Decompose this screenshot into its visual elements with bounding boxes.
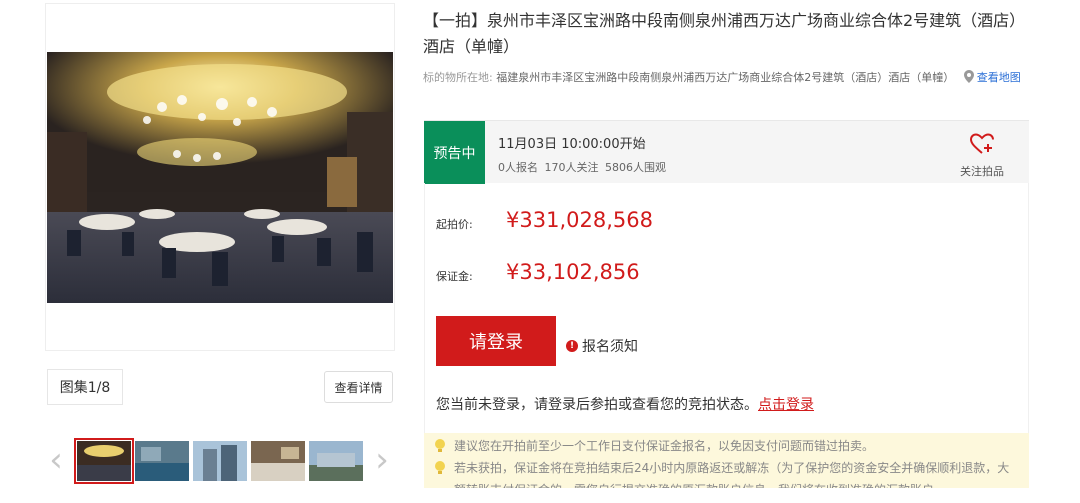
view-details-button[interactable]: 查看详情 (324, 371, 393, 403)
thumbnail[interactable] (251, 441, 305, 481)
prev-arrow-icon[interactable]: ‹ (45, 442, 67, 478)
address-label: 标的物所在地: (423, 71, 493, 84)
start-price-value: ¥331,028,568 (506, 208, 653, 232)
tip-text: 若未获拍，保证金将在竞拍结束后24小时内原路返还或解冻（为了保护您的资金安全并确… (454, 461, 1010, 488)
address-row: 标的物所在地: 福建泉州市丰泽区宝洲路中段南侧泉州浦西万达广场商业综合体2号建筑… (423, 67, 1033, 89)
start-price-label: 起拍价: (436, 218, 473, 231)
tip-item: 建议您在开拍前至少一个工作日支付保证金报名，以免因支付问题而错过拍卖。 (434, 435, 1019, 457)
view-details-label: 查看详情 (334, 380, 383, 395)
login-tip: 您当前未登录，请登录后参拍或查看您的竞拍状态。点击登录 (436, 394, 814, 414)
registration-notice-link[interactable]: ! 报名须知 (566, 336, 638, 356)
auction-stats: 0人报名 170人关注 5806人围观 (498, 161, 666, 174)
follow-button[interactable]: 关注拍品 (957, 133, 1007, 179)
listing-title: 【一拍】泉州市丰泽区宝洲路中段南侧泉州浦西万达广场商业综合体2号建筑（酒店）酒店… (423, 11, 1018, 56)
gallery-counter-label: 图集1/8 (59, 380, 111, 396)
gallery-counter: 图集1/8 (47, 369, 123, 405)
start-time: 11月03日 10:00:00开始 (498, 137, 646, 152)
thumbnail[interactable] (74, 438, 134, 484)
lightbulb-icon (435, 439, 445, 452)
registration-notice-label: 报名须知 (582, 339, 638, 355)
follow-label: 关注拍品 (960, 165, 1004, 178)
thumbnail[interactable] (193, 441, 247, 481)
address-text: 福建泉州市丰泽区宝洲路中段南侧泉州浦西万达广场商业综合体2号建筑（酒店）酒店（单… (496, 71, 955, 84)
login-tip-text: 您当前未登录，请登录后参拍或查看您的竞拍状态。 (436, 397, 758, 413)
price-area: 起拍价: ¥331,028,568 保证金: ¥33,102,856 请登录 !… (424, 183, 1029, 433)
view-map-link[interactable]: 查看地图 (977, 71, 1021, 84)
main-photo[interactable] (47, 52, 393, 303)
click-login-link[interactable]: 点击登录 (758, 397, 814, 413)
thumbnail[interactable] (135, 441, 189, 481)
heart-plus-icon (969, 133, 994, 154)
status-badge: 预告中 (424, 121, 485, 184)
auction-status-panel: 预告中 11月03日 10:00:00开始 0人报名 170人关注 5806人围… (424, 120, 1029, 184)
lightbulb-icon (435, 461, 445, 474)
login-button[interactable]: 请登录 (436, 316, 556, 366)
next-arrow-icon[interactable]: › (371, 442, 393, 478)
deposit-label: 保证金: (436, 270, 473, 283)
map-pin-icon (963, 70, 974, 83)
tip-text: 建议您在开拍前至少一个工作日支付保证金报名，以免因支付问题而错过拍卖。 (454, 439, 875, 453)
thumbnail-strip: ‹ › (45, 432, 395, 488)
alert-icon: ! (566, 340, 578, 352)
tips-box: 建议您在开拍前至少一个工作日支付保证金报名，以免因支付问题而错过拍卖。 若未获拍… (424, 433, 1029, 488)
tip-item: 若未获拍，保证金将在竞拍结束后24小时内原路返还或解冻（为了保护您的资金安全并确… (434, 457, 1019, 488)
deposit-value: ¥33,102,856 (506, 260, 640, 284)
thumbnail[interactable] (309, 441, 363, 481)
